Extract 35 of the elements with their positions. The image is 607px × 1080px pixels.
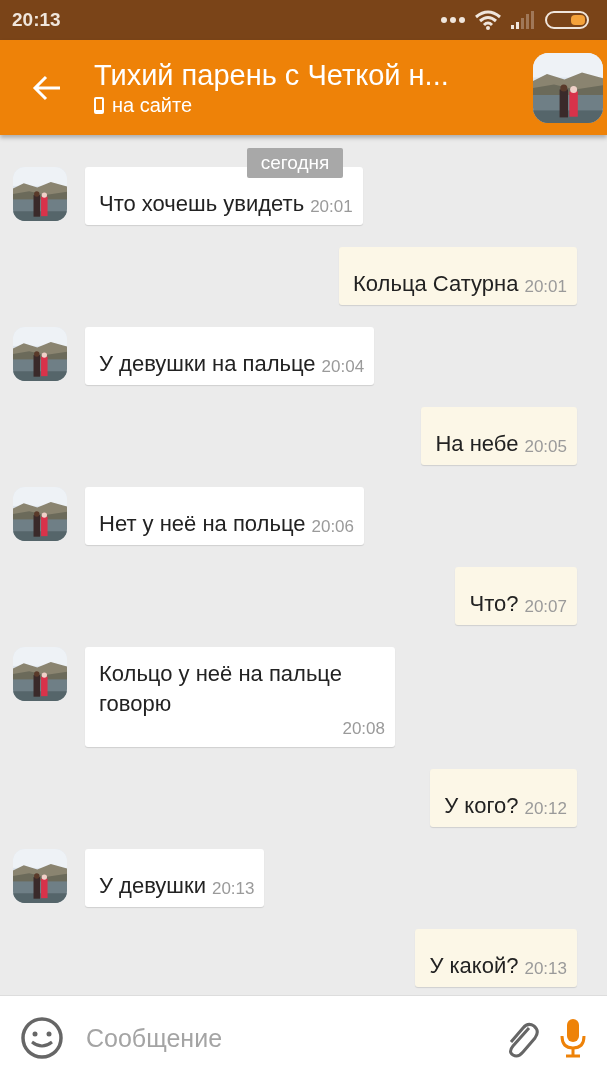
wifi-icon (475, 10, 501, 30)
microphone-icon (559, 1018, 587, 1058)
smiley-icon (20, 1016, 64, 1060)
message-time: 20:01 (310, 197, 353, 218)
message-time: 20:12 (524, 799, 567, 820)
message-time: 20:04 (321, 357, 365, 378)
message-time: 20:13 (211, 879, 255, 900)
status-time: 20:13 (12, 9, 61, 31)
more-icon (441, 17, 465, 23)
message-text: У кого? (444, 792, 519, 820)
emoji-button[interactable] (20, 1016, 64, 1060)
message-input[interactable]: Сообщение (84, 1022, 483, 1054)
message-text: На небе (435, 430, 519, 458)
message-time: 20:13 (524, 959, 567, 980)
date-label: сегодня (246, 148, 344, 178)
phone-icon (94, 96, 104, 114)
microphone-button[interactable] (559, 1018, 587, 1058)
message-text: У девушки (99, 872, 206, 900)
message-time: 20:05 (524, 437, 567, 458)
chat-title: Тихий парень с Четкой н... (94, 58, 450, 92)
message-time: 20:08 (342, 719, 385, 740)
message-text: У девушки на пальце (99, 350, 316, 378)
message-text: Что? (469, 590, 519, 618)
message-text: Что хочешь увидеть (99, 190, 305, 218)
message-text: Кольца Сатурна (353, 270, 519, 298)
message-text: У какой? (429, 952, 519, 980)
back-icon (32, 74, 62, 101)
message-time: 20:01 (524, 277, 567, 298)
battery-icon (545, 11, 589, 29)
message-time: 20:06 (311, 517, 355, 538)
message-time: 20:07 (524, 597, 567, 618)
online-status: на сайте (112, 93, 193, 117)
message-text: Кольцо у неё на пальце говорю (99, 660, 343, 718)
signal-icon (511, 11, 535, 29)
message-text: Нет у неё на польце (99, 510, 306, 538)
